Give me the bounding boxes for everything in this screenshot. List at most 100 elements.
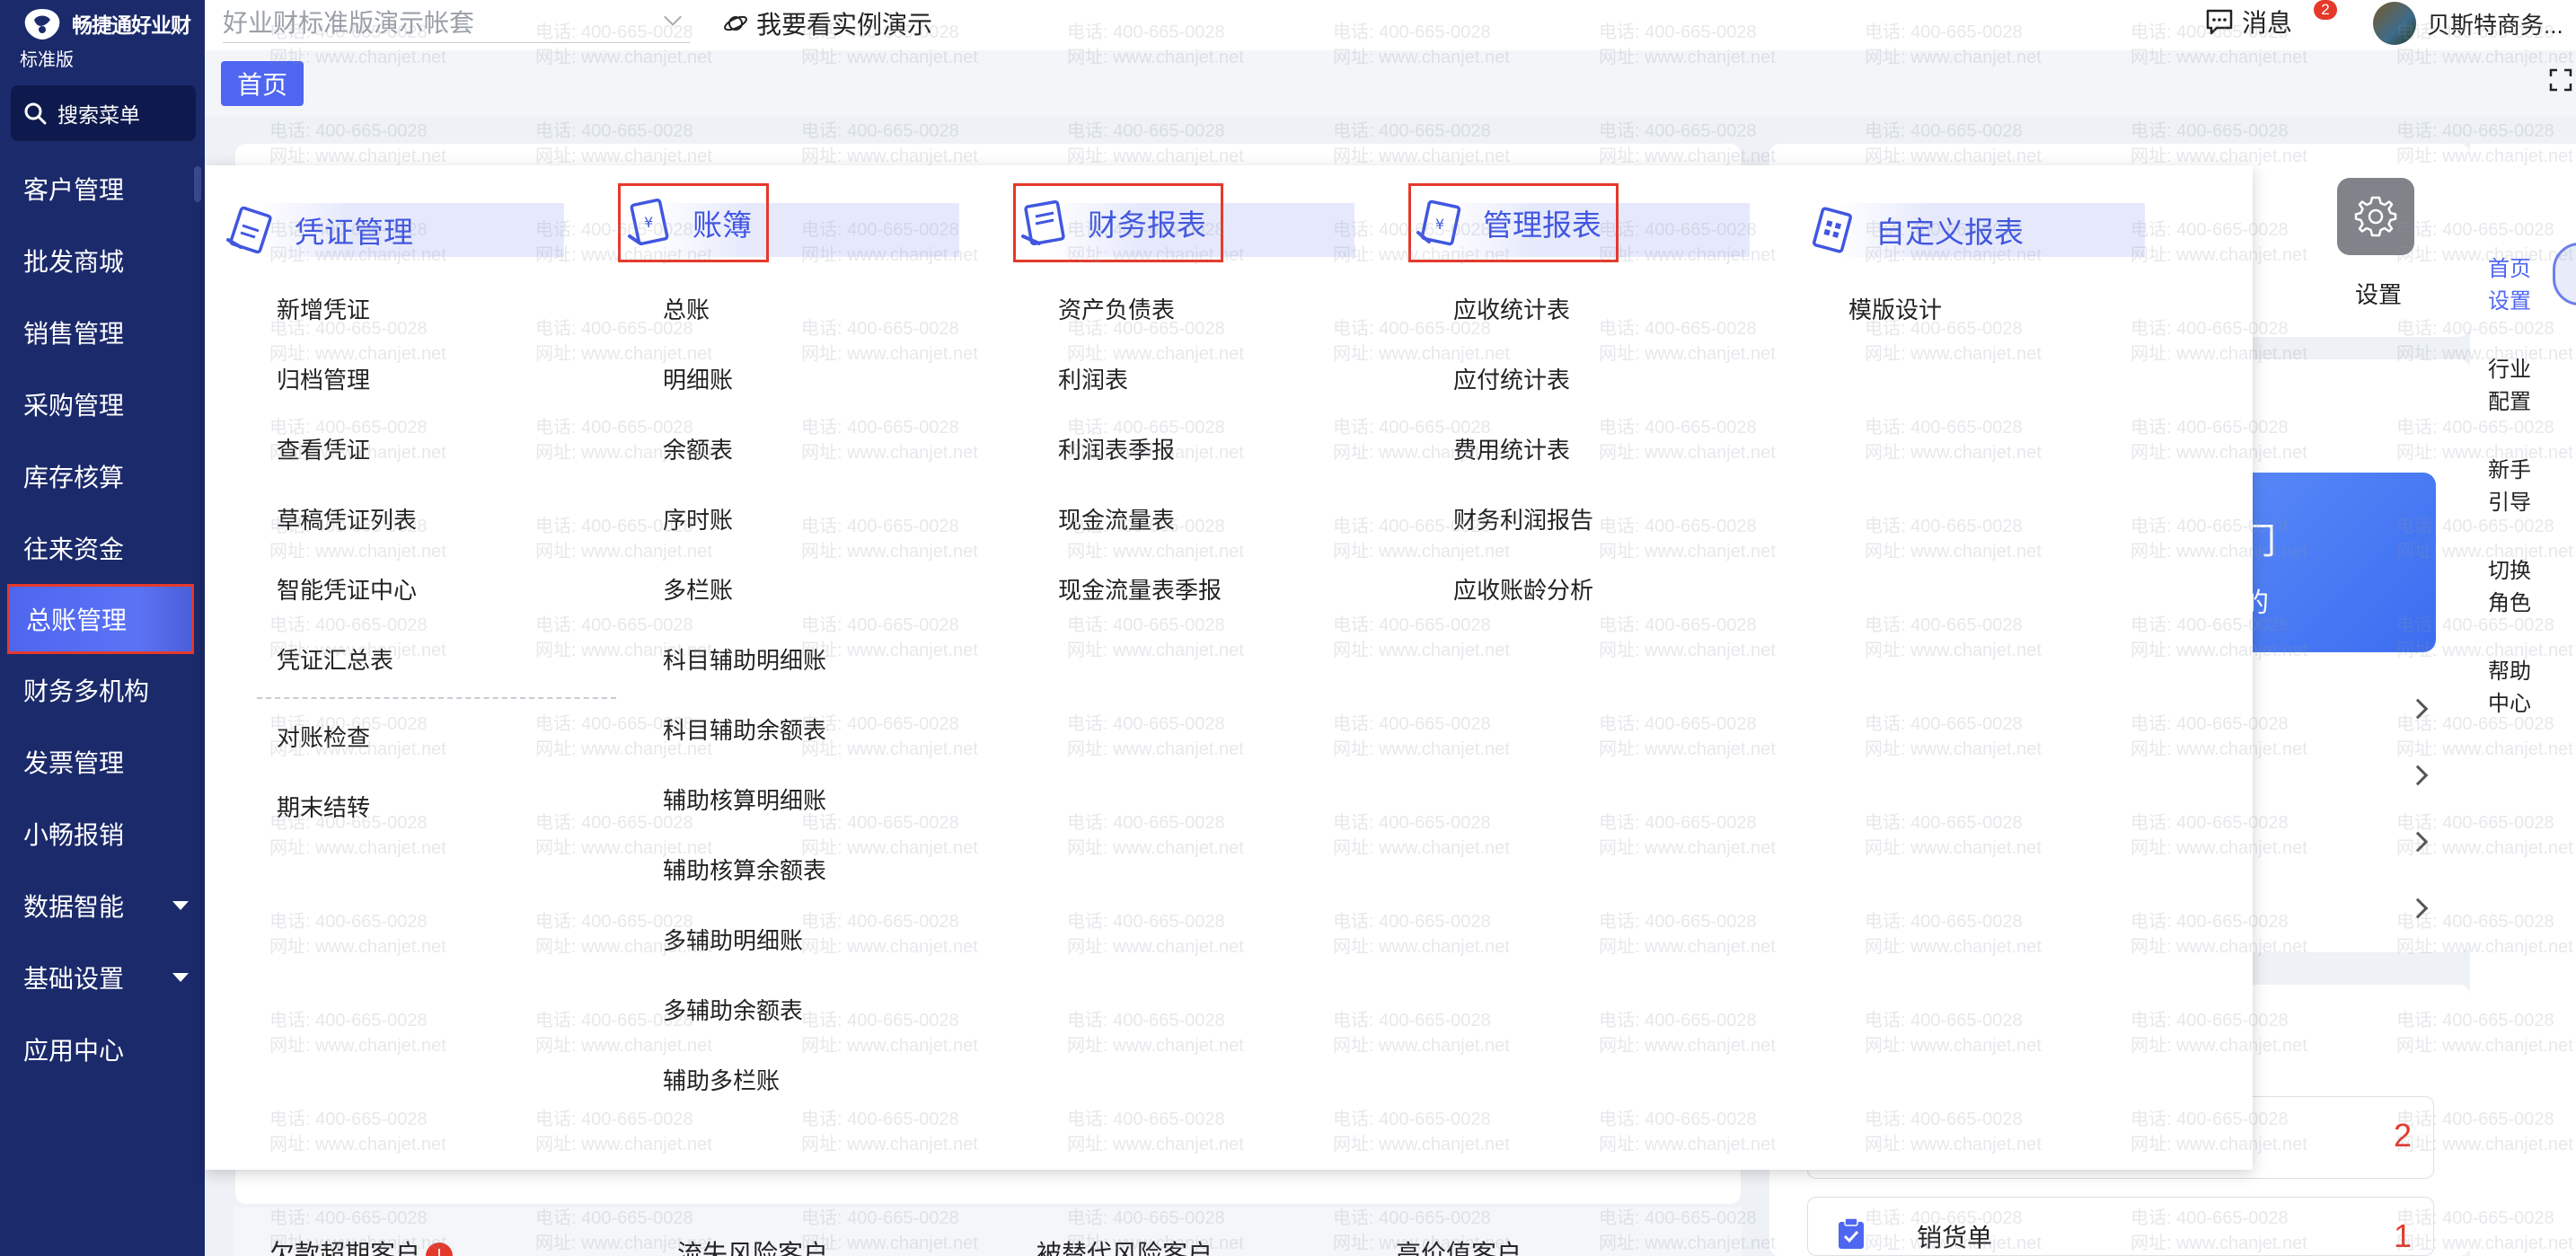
planet-icon <box>724 15 747 31</box>
menu-column-title-text: 自定义报表 <box>1875 216 2024 249</box>
menu-column-items: 资产负债表 利润表 利润表季报 现金流量表 现金流量表季报 <box>1058 273 1222 624</box>
sidebar-item-wholesale-mall[interactable]: 批发商城 <box>0 225 205 296</box>
search-icon <box>24 102 47 125</box>
menu-column-title-text: 凭证管理 <box>295 216 413 249</box>
menu-item-journal[interactable]: 序时账 <box>663 483 826 553</box>
sidebar-item-expense[interactable]: 小畅报销 <box>0 798 205 870</box>
sidebar-item-label: 批发商城 <box>23 248 125 276</box>
messages-button[interactable]: 消息 2 <box>2204 0 2337 40</box>
general-ledger-mega-menu: 凭证管理 新增凭证 归档管理 查看凭证 草稿凭证列表 智能凭证中心 凭证汇总表 … <box>205 165 2253 1170</box>
tab-high-value-customers[interactable]: 高价值客户 <box>1396 1234 1522 1256</box>
rail-help-center[interactable]: 帮助中心 <box>2488 656 2542 721</box>
sidebar-item-funds[interactable]: 往来资金 <box>0 512 205 584</box>
tab-churn-risk-customers[interactable]: 流失风险客户 <box>677 1234 828 1256</box>
menu-item-receivable-stats[interactable]: 应收统计表 <box>1453 273 1593 343</box>
gear-icon <box>2354 196 2397 237</box>
menu-item-payable-stats[interactable]: 应付统计表 <box>1453 343 1593 413</box>
rail-beginner-guide[interactable]: 新手引导 <box>2488 455 2542 519</box>
menu-item-view-voucher[interactable]: 查看凭证 <box>277 413 616 483</box>
menu-item-profit-report[interactable]: 财务利润报告 <box>1453 483 1593 553</box>
sidebar-item-label: 基础设置 <box>23 965 125 993</box>
menu-column-ledger: ¥ 账簿 总账 明细账 余额表 序时账 多栏账 科目辅助明细账 科目辅助余额表 … <box>600 165 959 1170</box>
menu-item-income-statement[interactable]: 利润表 <box>1058 343 1222 413</box>
tab-label: 高价值客户 <box>1396 1240 1522 1256</box>
settings-label: 设置 <box>2355 281 2403 308</box>
menu-divider <box>257 697 616 699</box>
menu-column-title-text: 账簿 <box>693 208 752 242</box>
menu-item-balance-sheet[interactable]: 资产负债表 <box>1058 273 1222 343</box>
menu-item-cash-flow-quarterly[interactable]: 现金流量表季报 <box>1058 553 1222 624</box>
sidebar-item-inventory[interactable]: 库存核算 <box>0 440 205 512</box>
watermark-phone: 电话: 400-665-0028 <box>2130 121 2289 141</box>
message-icon <box>2206 9 2233 35</box>
watermark-phone: 电话: 400-665-0028 <box>269 121 428 141</box>
sidebar-item-app-center[interactable]: 应用中心 <box>0 1013 205 1085</box>
user-menu[interactable]: 贝斯特商务... <box>2373 2 2563 45</box>
sidebar-item-label: 客户管理 <box>23 176 125 204</box>
app-logo[interactable]: 畅捷通好业财 <box>20 5 191 41</box>
menu-item-receivable-aging[interactable]: 应收账龄分析 <box>1453 553 1593 624</box>
menu-item-template-design[interactable]: 模版设计 <box>1848 273 1942 343</box>
count-card[interactable]: 1 <box>1807 1197 2434 1256</box>
demo-link[interactable]: 我要看实例演示 <box>722 5 932 41</box>
menu-item-income-statement-quarterly[interactable]: 利润表季报 <box>1058 413 1222 483</box>
sidebar-item-label: 财务多机构 <box>23 677 150 705</box>
menu-item-voucher-summary[interactable]: 凭证汇总表 <box>277 624 616 694</box>
caret-down-icon <box>172 973 189 982</box>
sidebar-item-basic-settings[interactable]: 基础设置 <box>0 942 205 1013</box>
menu-column-title-text: 财务报表 <box>1088 208 1206 242</box>
fullscreen-icon[interactable] <box>2549 68 2572 92</box>
tab-label: 被替代风险客户 <box>1037 1240 1213 1256</box>
sidebar-item-purchase[interactable]: 采购管理 <box>0 368 205 440</box>
menu-item-aux-accounting-balance[interactable]: 辅助核算余额表 <box>663 834 826 904</box>
sidebar-item-multi-org[interactable]: 财务多机构 <box>0 654 205 726</box>
menu-item-multi-aux-detail[interactable]: 多辅助明细账 <box>663 904 826 974</box>
menu-item-archive[interactable]: 归档管理 <box>277 343 616 413</box>
tab-label: 流失风险客户 <box>677 1240 829 1256</box>
svg-text:¥: ¥ <box>644 214 653 231</box>
search-menu-button[interactable]: 搜索菜单 <box>11 85 196 141</box>
sidebar-item-customer[interactable]: 客户管理 <box>0 153 205 225</box>
menu-item-aux-accounting-detail[interactable]: 辅助核算明细账 <box>663 764 826 834</box>
tab-home[interactable]: 首页 <box>221 61 304 106</box>
menu-column-financial-reports: 财务报表 资产负债表 利润表 利润表季报 现金流量表 现金流量表季报 <box>995 165 1354 1170</box>
menu-item-general-ledger[interactable]: 总账 <box>663 273 826 343</box>
menu-item-cash-flow[interactable]: 现金流量表 <box>1058 483 1222 553</box>
menu-item-reconciliation-check[interactable]: 对账检查 <box>277 701 616 771</box>
sidebar-item-data-intelligence[interactable]: 数据智能 <box>0 870 205 942</box>
sidebar-item-invoice[interactable]: 发票管理 <box>0 726 205 798</box>
sidebar-item-label: 发票管理 <box>23 749 125 777</box>
watermark-phone: 电话: 400-665-0028 <box>535 121 693 141</box>
menu-column-header: 凭证管理 <box>226 203 564 257</box>
tab-replacement-risk-customers[interactable]: 被替代风险客户 <box>1037 1234 1213 1256</box>
custom-report-icon <box>1813 207 1852 253</box>
sidebar-item-label: 库存核算 <box>23 464 125 491</box>
tab-bar: 首页 <box>205 50 2576 117</box>
menu-item-multi-aux-balance[interactable]: 多辅助余额表 <box>663 974 826 1044</box>
menu-item-subject-aux-balance[interactable]: 科目辅助余额表 <box>663 694 826 764</box>
menu-item-smart-voucher-center[interactable]: 智能凭证中心 <box>277 553 616 624</box>
menu-column-title-text: 管理报表 <box>1483 208 1601 242</box>
account-select-value: 好业财标准版演示帐套 <box>223 8 475 37</box>
menu-item-balance-sheet-ledger[interactable]: 余额表 <box>663 413 826 483</box>
settings-button[interactable] <box>2337 178 2414 255</box>
tab-overdue-customers[interactable]: 欠款超期客户! <box>269 1234 454 1256</box>
menu-item-detail-ledger[interactable]: 明细账 <box>663 343 826 413</box>
menu-item-subject-aux-detail[interactable]: 科目辅助明细账 <box>663 624 826 694</box>
account-select[interactable]: 好业财标准版演示帐套 <box>223 0 690 43</box>
rail-home-settings[interactable]: 首页设置 <box>2488 253 2542 318</box>
rail-industry-config[interactable]: 行业配置 <box>2488 354 2542 419</box>
menu-column-items: 新增凭证 归档管理 查看凭证 草稿凭证列表 智能凭证中心 凭证汇总表 对账检查 … <box>257 273 616 841</box>
voucher-icon <box>226 206 272 254</box>
menu-item-aux-multi-column[interactable]: 辅助多栏账 <box>663 1044 826 1114</box>
menu-item-expense-stats[interactable]: 费用统计表 <box>1453 413 1593 483</box>
menu-item-period-end-closing[interactable]: 期末结转 <box>277 771 616 841</box>
caret-down-icon <box>172 901 189 910</box>
menu-item-new-voucher[interactable]: 新增凭证 <box>277 273 616 343</box>
chanjet-logo-icon <box>24 9 60 40</box>
menu-item-draft-vouchers[interactable]: 草稿凭证列表 <box>277 483 616 553</box>
rail-switch-role[interactable]: 切换角色 <box>2488 555 2542 620</box>
sidebar-item-sales[interactable]: 销售管理 <box>0 296 205 368</box>
sidebar-item-general-ledger[interactable]: 总账管理 <box>7 584 194 654</box>
menu-item-multi-column-ledger[interactable]: 多栏账 <box>663 553 826 624</box>
